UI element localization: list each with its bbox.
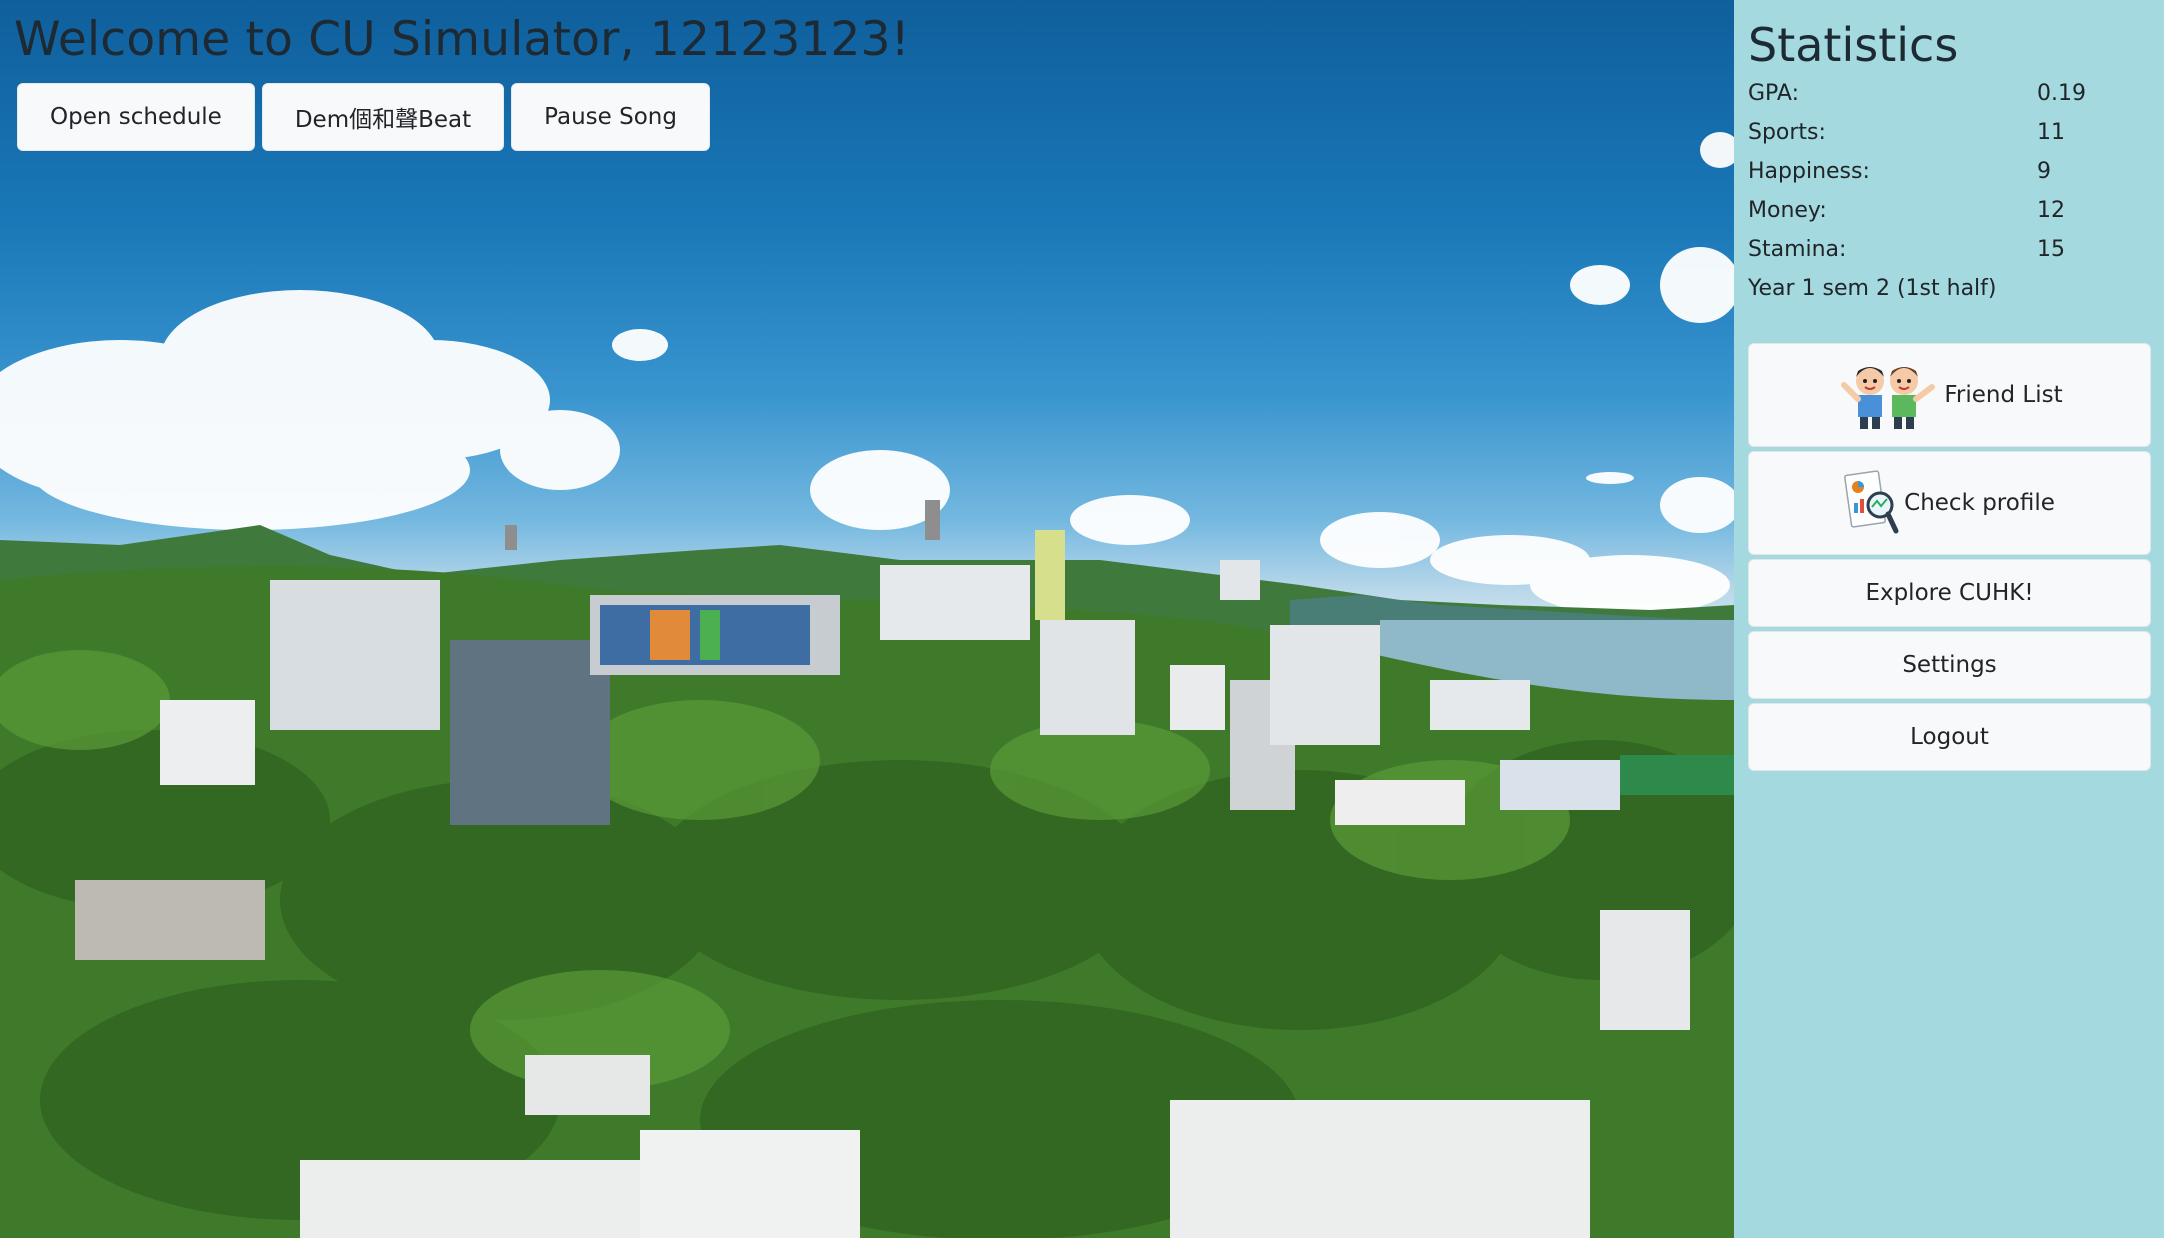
top-toolbar: Open schedule Dem個和聲Beat Pause Song (17, 83, 710, 151)
profile-chart-icon (1844, 469, 1900, 537)
stat-money: Money: 12 (1748, 191, 2151, 230)
logout-button[interactable]: Logout (1748, 703, 2151, 771)
friends-icon (1836, 359, 1940, 431)
stat-gpa: GPA: 0.19 (1748, 74, 2151, 113)
pause-song-button[interactable]: Pause Song (511, 83, 710, 151)
stat-happiness: Happiness: 9 (1748, 152, 2151, 191)
stat-value: 0.19 (2037, 81, 2086, 106)
stat-value: 12 (2037, 198, 2065, 223)
sidebar-actions: Friend List Check profile Explore CUHK! … (1748, 343, 2151, 771)
welcome-title: Welcome to CU Simulator, 12123123! (14, 12, 910, 67)
stat-value: 9 (2037, 159, 2051, 184)
explore-cuhk-button[interactable]: Explore CUHK! (1748, 559, 2151, 627)
stat-label: Sports: (1748, 120, 1826, 145)
stat-value: 11 (2037, 120, 2065, 145)
friend-list-label: Friend List (1944, 382, 2063, 408)
stat-label: Money: (1748, 198, 1827, 223)
check-profile-label: Check profile (1904, 490, 2055, 516)
statistics-sidebar: Statistics GPA: 0.19 Sports: 11 Happines… (1734, 0, 2164, 1238)
stat-stamina: Stamina: 15 (1748, 230, 2151, 269)
campus-background-image (0, 132, 1734, 1238)
campus-scene: Welcome to CU Simulator, 12123123! Open … (0, 0, 1734, 1238)
statistics-title: Statistics (1748, 18, 1959, 72)
stat-label: Stamina: (1748, 237, 1847, 262)
play-song-button[interactable]: Dem個和聲Beat (261, 83, 505, 151)
settings-button[interactable]: Settings (1748, 631, 2151, 699)
app-root: Welcome to CU Simulator, 12123123! Open … (0, 0, 2164, 1238)
stat-sports: Sports: 11 (1748, 113, 2151, 152)
stat-label: GPA: (1748, 81, 1799, 106)
friend-list-button[interactable]: Friend List (1748, 343, 2151, 447)
stat-value: 15 (2037, 237, 2065, 262)
stat-label: Happiness: (1748, 159, 1870, 184)
semester-label: Year 1 sem 2 (1st half) (1748, 276, 1997, 301)
check-profile-button[interactable]: Check profile (1748, 451, 2151, 555)
open-schedule-button[interactable]: Open schedule (17, 83, 255, 151)
